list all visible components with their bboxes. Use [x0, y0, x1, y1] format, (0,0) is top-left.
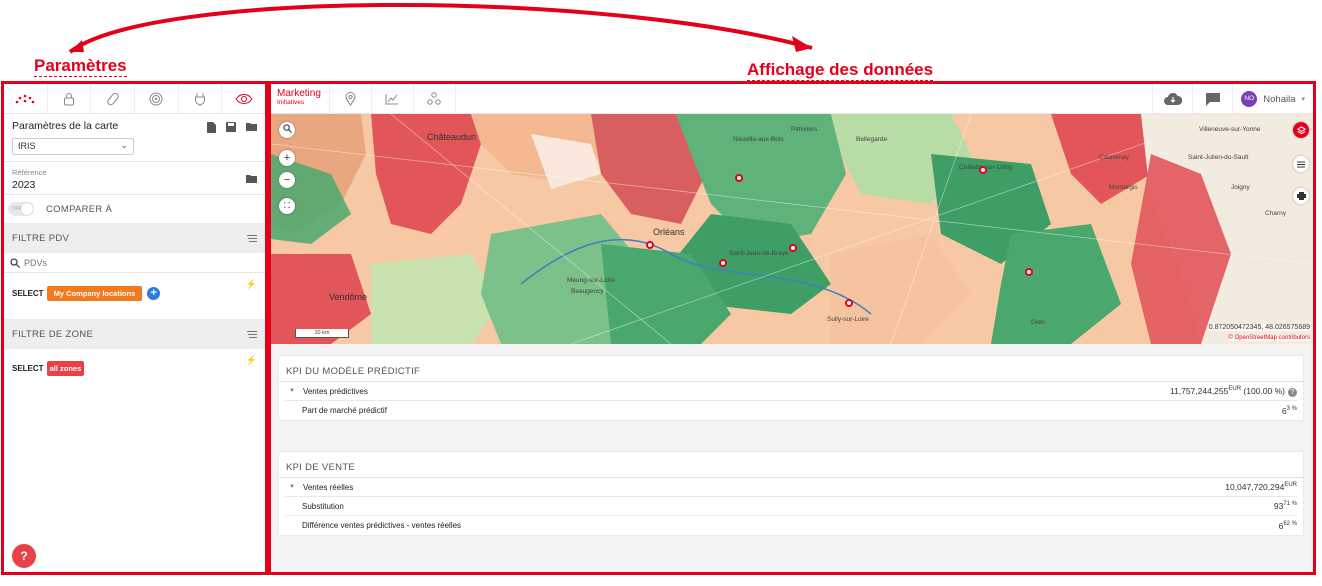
annotation-affichage: Affichage des données — [747, 60, 934, 81]
annotation-arrow — [68, 3, 813, 54]
annotation-frame-right — [268, 81, 1316, 575]
annotation-parametres: Paramètres — [34, 56, 127, 77]
screen: Paramètres Affichage des données Paramèt… — [0, 0, 1322, 586]
annotation-frame-left — [1, 81, 268, 575]
